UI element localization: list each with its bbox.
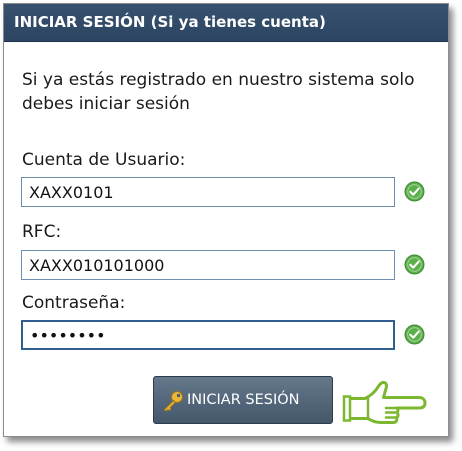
- rfc-check-icon: [404, 254, 425, 275]
- username-check-icon: [404, 181, 425, 202]
- password-input[interactable]: [21, 320, 395, 350]
- username-input[interactable]: [21, 177, 395, 207]
- login-button[interactable]: INICIAR SESIÓN: [153, 376, 333, 424]
- password-label: Contraseña:: [22, 293, 126, 313]
- intro-text: Si ya estás registrado en nuestro sistem…: [22, 70, 415, 114]
- password-check-icon: [404, 324, 425, 345]
- login-panel: INICIAR SESIÓN (Si ya tienes cuenta) Si …: [3, 3, 449, 437]
- rfc-label: RFC:: [22, 222, 62, 242]
- panel-title: INICIAR SESIÓN (Si ya tienes cuenta): [14, 13, 326, 31]
- login-button-label: INICIAR SESIÓN: [187, 392, 300, 408]
- key-icon: [163, 391, 183, 412]
- rfc-input[interactable]: [21, 250, 395, 280]
- username-label: Cuenta de Usuario:: [22, 150, 186, 170]
- panel-header: INICIAR SESIÓN (Si ya tienes cuenta): [4, 4, 448, 42]
- pointing-hand-icon: [342, 380, 427, 424]
